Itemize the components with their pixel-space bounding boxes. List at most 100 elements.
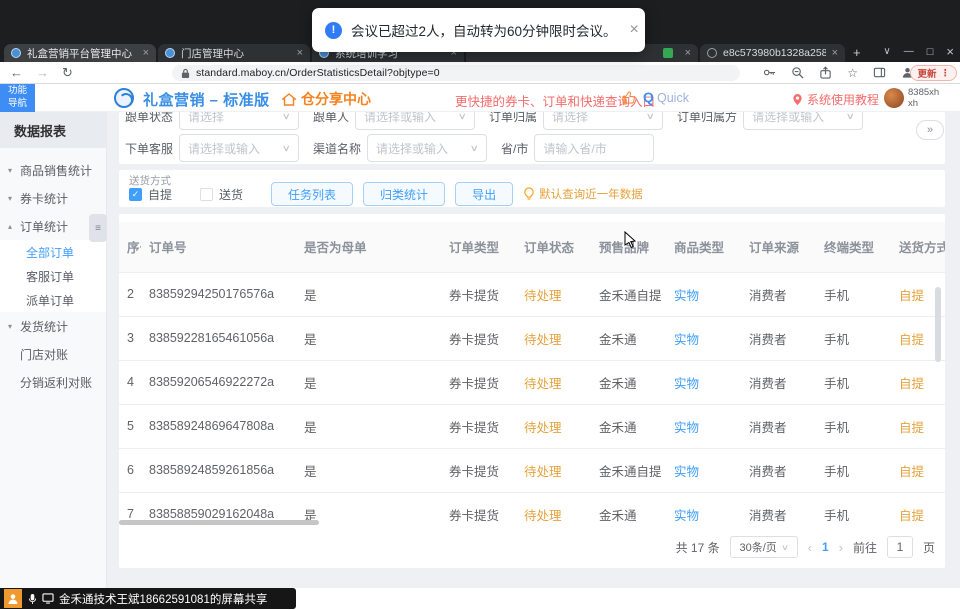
tab-close-icon[interactable]: × <box>297 47 303 59</box>
vertical-scrollbar-thumb[interactable] <box>935 287 941 362</box>
browser-tab-5[interactable]: e8c573980b1328a258fd2e6 × <box>700 44 845 62</box>
table-row[interactable]: 3 83859228165461056a 是 券卡提货 待处理 金禾通 实物 消… <box>119 316 945 360</box>
cell-order-status: 待处理 <box>516 272 591 316</box>
cell-order-number: 83858859029162048a <box>141 492 296 522</box>
table-row[interactable]: 4 83859206546922272a 是 券卡提货 待处理 金禾通 实物 消… <box>119 360 945 404</box>
quick-q-icon[interactable]: Q <box>643 89 654 105</box>
function-nav-button[interactable]: 功能 导航 <box>0 84 35 112</box>
tab-favicon <box>663 48 673 58</box>
table-row[interactable]: 5 83858924869647808a 是 券卡提货 待处理 金禾通 实物 消… <box>119 404 945 448</box>
placeholder-text: 请选择或输入 <box>752 112 824 125</box>
col-terminal-type: 终端类型 <box>816 222 891 272</box>
cell-order-status: 待处理 <box>516 360 591 404</box>
tab-close-icon[interactable]: × <box>143 47 149 59</box>
chevron-down-icon: ∨ <box>282 112 291 122</box>
caret-down-icon: ▾ <box>8 166 12 175</box>
lock-icon <box>181 68 190 79</box>
reload-icon[interactable]: ↻ <box>62 65 73 81</box>
banner-close-icon[interactable]: × <box>630 21 639 39</box>
mouse-cursor <box>624 231 637 252</box>
browser-update-button[interactable]: 更新 ⋮ <box>910 65 957 81</box>
location-pin-icon <box>792 93 803 106</box>
cell-delivery-method: 自提 <box>891 492 945 522</box>
forward-icon[interactable]: → <box>36 65 49 81</box>
table-row[interactable]: 6 83858924859261856a 是 券卡提货 待处理 金禾通自提 实物… <box>119 448 945 492</box>
prev-page-icon[interactable]: ‹ <box>808 540 812 555</box>
tab-close-icon[interactable]: × <box>832 47 838 59</box>
cell-goods-type-link[interactable]: 实物 <box>666 360 741 404</box>
cell-goods-type-link[interactable]: 实物 <box>666 272 741 316</box>
bookmark-star-icon[interactable]: ☆ <box>847 67 858 79</box>
system-tutorial-link[interactable]: 系统使用教程 <box>792 91 879 108</box>
tip-text: 默认查询近一年数据 <box>539 186 643 202</box>
window-menu-icon[interactable]: ∨ <box>883 46 890 57</box>
sidebar-item-store-reconciliation[interactable]: 门店对账 <box>0 340 106 368</box>
side-panel-icon[interactable] <box>873 66 886 79</box>
tab-close-icon[interactable]: × <box>685 47 691 59</box>
total-count: 共 17 条 <box>676 539 720 556</box>
delivery-checkbox[interactable] <box>200 188 213 201</box>
browser-tab-1[interactable]: 礼盒营销平台管理中心 × <box>4 44 156 62</box>
sidebar-item-shipping-stats[interactable]: ▾ 发货统计 <box>0 312 106 340</box>
filter-label: 跟单状态 <box>125 112 173 125</box>
table-row[interactable]: 2 83859294250176576a 是 券卡提货 待处理 金禾通自提 实物… <box>119 272 945 316</box>
channel-name-select[interactable]: 请选择或输入 ∨ <box>367 134 487 162</box>
sidebar-item-coupon-stats[interactable]: ▾ 券卡统计 <box>0 184 106 212</box>
user-name-main: 8385xh <box>908 87 939 98</box>
key-icon[interactable] <box>763 66 776 79</box>
quick-label[interactable]: Quick <box>657 91 689 105</box>
screen-icon <box>42 593 54 604</box>
sidebar-item-product-sales[interactable]: ▾ 商品销售统计 <box>0 156 106 184</box>
sidebar-item-all-orders[interactable]: 全部订单 <box>0 240 106 264</box>
sidebar-item-service-orders[interactable]: 客服订单 <box>0 264 106 288</box>
order-service-select[interactable]: 请选择或输入 ∨ <box>179 134 299 162</box>
warehouse-share-center-link[interactable]: 仓分享中心 <box>282 89 371 109</box>
sidebar-collapse-handle[interactable]: ≡ <box>89 214 107 242</box>
back-icon[interactable]: ← <box>10 65 23 81</box>
cell-terminal-type: 手机 <box>816 360 891 404</box>
filters-collapse-button[interactable]: » <box>916 120 944 140</box>
window-minimize-icon[interactable]: — <box>904 46 914 57</box>
followup-person-select[interactable]: 请选择或输入 ∨ <box>355 112 475 130</box>
current-page[interactable]: 1 <box>822 540 829 554</box>
browser-tab-2[interactable]: 门店管理中心 × <box>158 44 310 62</box>
address-bar[interactable]: standard.maboy.cn/OrderStatisticsDetail?… <box>172 65 740 81</box>
cell-goods-type-link[interactable]: 实物 <box>666 448 741 492</box>
cell-goods-type-link[interactable]: 实物 <box>666 404 741 448</box>
page-size-select[interactable]: 30条/页 ∨ <box>730 536 798 558</box>
province-city-input[interactable]: 请输入省/市 <box>534 134 654 162</box>
table-row[interactable]: 7 83858859029162048a 是 券卡提货 待处理 金禾通 实物 消… <box>119 492 945 522</box>
new-tab-button[interactable]: + <box>853 45 861 62</box>
cell-order-status: 待处理 <box>516 492 591 522</box>
cell-is-parent: 是 <box>296 316 441 360</box>
self-pickup-checkbox[interactable]: ✓ <box>129 188 142 201</box>
cell-goods-type-link[interactable]: 实物 <box>666 316 741 360</box>
zoom-out-icon[interactable] <box>791 66 804 79</box>
share-icon[interactable] <box>819 66 832 79</box>
followup-status-select[interactable]: 请选择 ∨ <box>179 112 299 130</box>
sidebar-item-dispatch-orders[interactable]: 派单订单 <box>0 288 106 312</box>
task-list-button[interactable]: 任务列表 <box>271 182 353 206</box>
horizontal-scrollbar-thumb[interactable] <box>119 520 319 525</box>
filter-label: 订单归属方 <box>677 112 737 125</box>
cell-presale-brand: 金禾通自提 <box>591 448 666 492</box>
goto-page-input[interactable] <box>887 536 913 558</box>
window-maximize-icon[interactable]: □ <box>927 46 934 58</box>
cell-goods-type-link[interactable]: 实物 <box>666 492 741 522</box>
user-avatar[interactable] <box>884 88 904 108</box>
info-icon: ! <box>325 22 342 39</box>
cell-terminal-type: 手机 <box>816 272 891 316</box>
filter-label: 省/市 <box>501 140 528 157</box>
cell-presale-brand: 金禾通 <box>591 360 666 404</box>
page-unit-label: 页 <box>923 539 935 556</box>
order-ownership-party-select[interactable]: 请选择或输入 ∨ <box>743 112 863 130</box>
sidebar-submenu-orders: 全部订单 客服订单 派单订单 <box>0 240 106 312</box>
category-stats-button[interactable]: 归类统计 <box>363 182 445 206</box>
meeting-banner: ! 会议已超过2人，自动转为60分钟限时会议。 × <box>312 8 645 52</box>
window-close-icon[interactable]: × <box>946 44 954 59</box>
cell-index: 4 <box>119 360 141 404</box>
export-button[interactable]: 导出 <box>455 182 513 206</box>
next-page-icon[interactable]: › <box>839 540 843 555</box>
order-ownership-select[interactable]: 请选择 ∨ <box>543 112 663 130</box>
sidebar-item-rebate-reconciliation[interactable]: 分销返利对账 <box>0 368 106 396</box>
